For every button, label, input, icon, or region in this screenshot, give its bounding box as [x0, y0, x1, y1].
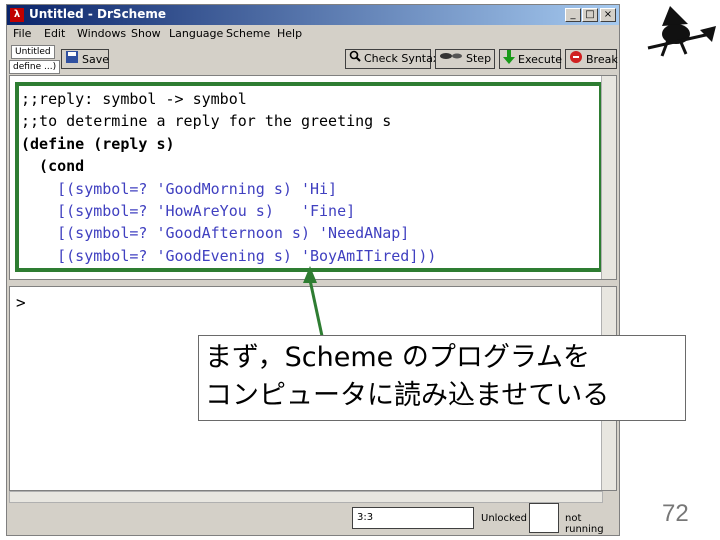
page-number: 72 — [662, 500, 689, 527]
callout-line-1: まず，Scheme のプログラムを — [205, 342, 591, 373]
callout-line-2: コンピュータに読み込ませている — [205, 380, 610, 411]
callout-arrow — [303, 266, 324, 337]
annotation-callout: まず，Scheme のプログラムを コンピュータに読み込ませている — [198, 335, 686, 421]
